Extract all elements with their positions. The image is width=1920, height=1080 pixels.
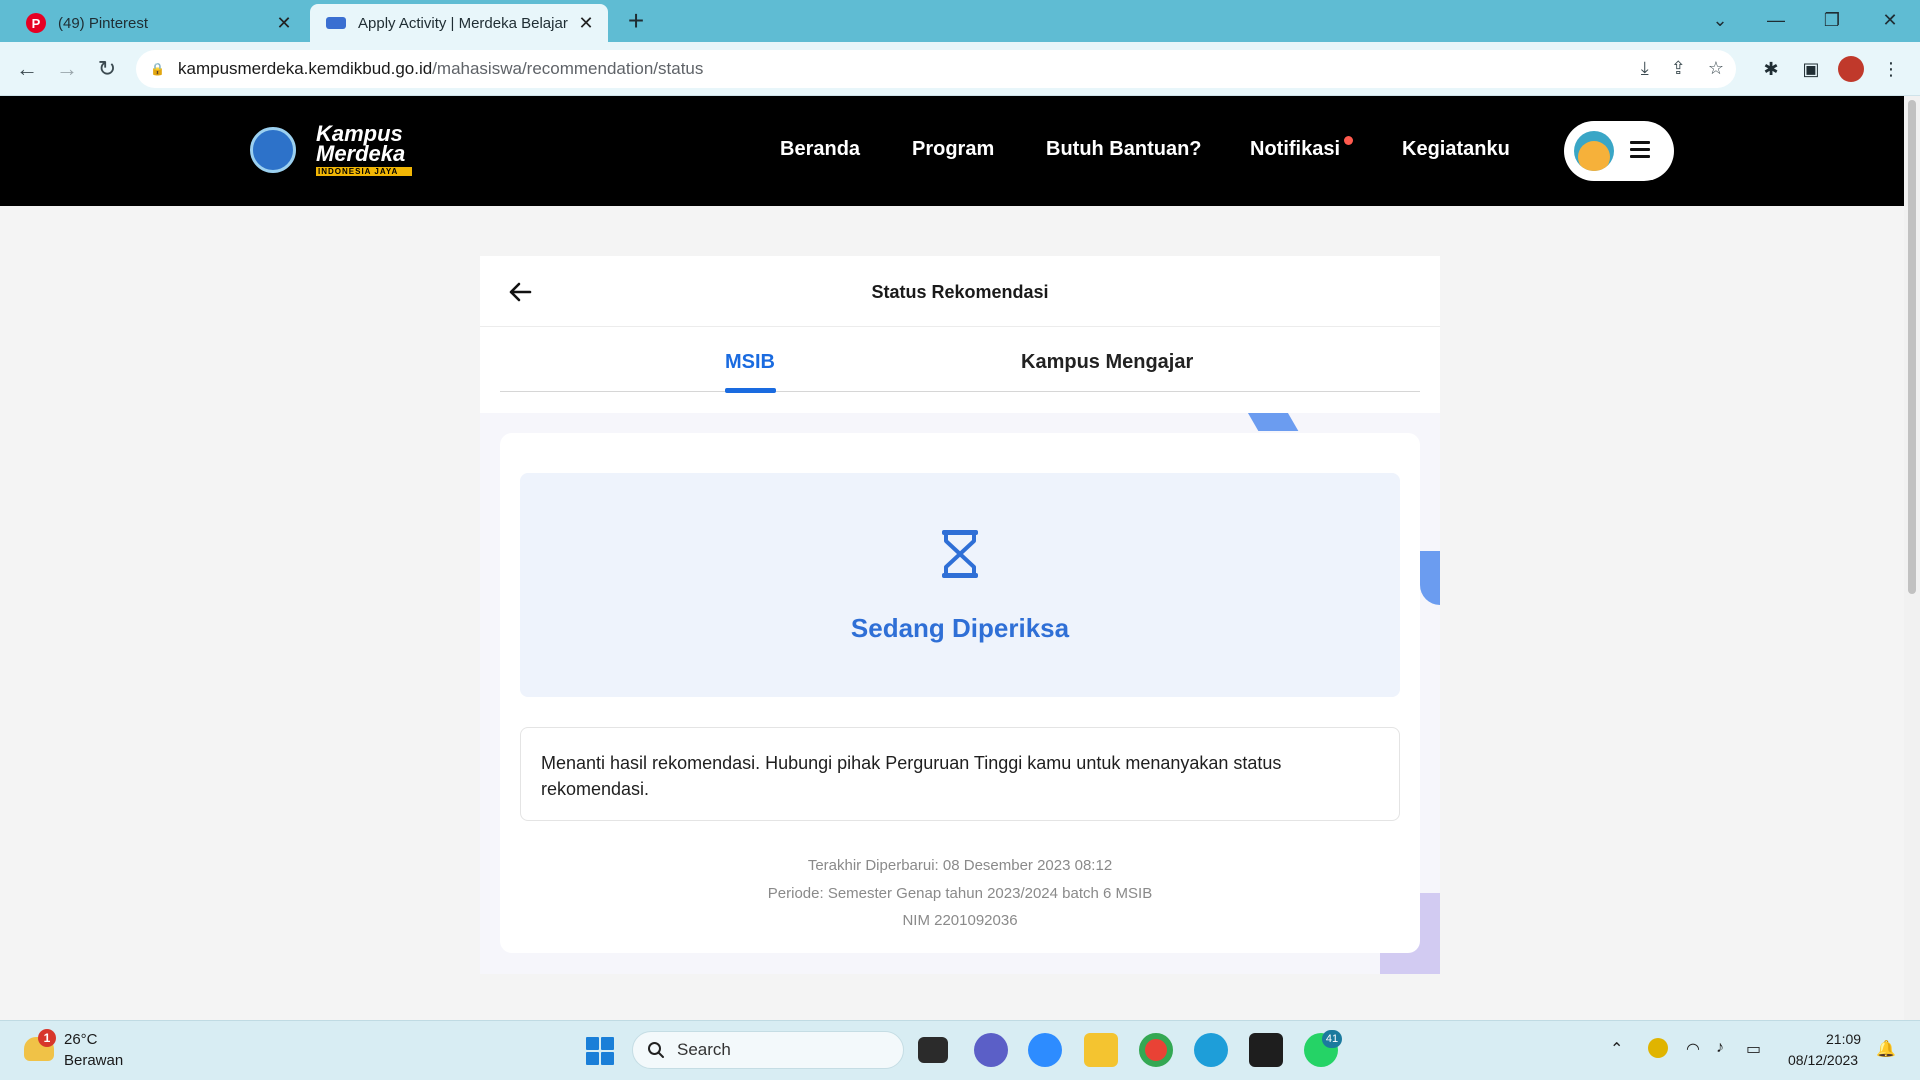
whatsapp-badge: 41 xyxy=(1322,1030,1342,1048)
close-window-icon[interactable]: ✕ xyxy=(1870,0,1910,40)
hamburger-menu-icon xyxy=(1630,141,1650,159)
side-panel-icon[interactable]: ▣ xyxy=(1796,54,1826,84)
period-text: Periode: Semester Genap tahun 2023/2024 … xyxy=(767,885,1153,902)
windows-start-icon[interactable] xyxy=(586,1037,614,1065)
zoom-icon[interactable] xyxy=(1028,1033,1062,1067)
kampus-merdeka-logo[interactable]: Kampus Merdeka INDONESIA JAYA xyxy=(316,123,412,176)
teams-chat-icon[interactable] xyxy=(974,1033,1008,1067)
install-app-icon[interactable]: ⤓ xyxy=(1641,58,1649,79)
show-hidden-icons-icon[interactable]: ⌃ xyxy=(1610,1039,1623,1059)
browser-tab-pinterest[interactable]: P (49) Pinterest ✕ xyxy=(10,4,306,42)
volume-icon[interactable]: ♪ xyxy=(1716,1039,1724,1057)
battery-icon[interactable]: ▭ xyxy=(1746,1039,1761,1059)
active-tab-indicator xyxy=(725,388,776,393)
pinterest-icon: P xyxy=(26,13,46,33)
nav-butuh-bantuan[interactable]: Butuh Bantuan? xyxy=(1046,138,1202,161)
search-icon xyxy=(648,1042,664,1058)
kampus-merdeka-favicon xyxy=(326,17,346,29)
browser-toolbar: ← → ↻ 🔒 kampusmerdeka.kemdikbud.go.id/ma… xyxy=(0,42,1920,96)
new-tab-button[interactable]: + xyxy=(624,6,648,36)
share-icon[interactable]: ⇪ xyxy=(1671,58,1686,79)
back-icon[interactable]: ← xyxy=(12,54,42,84)
restore-icon[interactable]: ❐ xyxy=(1812,0,1852,40)
tab-msib[interactable]: MSIB xyxy=(725,351,775,374)
browser-tab-bar: P (49) Pinterest ✕ Apply Activity | Merd… xyxy=(0,0,1920,42)
nav-beranda[interactable]: Beranda xyxy=(780,138,860,161)
weather-temperature[interactable]: 26°C xyxy=(64,1031,98,1048)
user-menu-button[interactable] xyxy=(1564,121,1674,181)
page-scrollbar[interactable] xyxy=(1904,96,1920,1020)
nav-notifikasi[interactable]: Notifikasi xyxy=(1250,138,1340,161)
clock-time[interactable]: 21:09 xyxy=(1826,1031,1861,1047)
file-explorer-icon[interactable] xyxy=(1084,1033,1118,1067)
close-tab-icon[interactable]: ✕ xyxy=(274,13,294,34)
task-view-icon[interactable] xyxy=(918,1037,948,1063)
lock-icon: 🔒 xyxy=(150,62,165,76)
extensions-icon[interactable]: ✱ xyxy=(1756,54,1786,84)
nav-kegiatanku[interactable]: Kegiatanku xyxy=(1402,138,1510,161)
tut-wuri-emblem-icon[interactable] xyxy=(250,127,296,173)
weather-badge: 1 xyxy=(38,1029,56,1047)
status-card-header: Status Rekomendasi xyxy=(480,256,1440,327)
forward-icon[interactable]: → xyxy=(52,54,82,84)
recommendation-tabs: MSIB Kampus Mengajar xyxy=(480,327,1440,413)
hourglass-icon xyxy=(942,530,978,578)
site-header: Kampus Merdeka INDONESIA JAYA Beranda Pr… xyxy=(0,96,1904,206)
last-updated-text: Terakhir Diperbarui: 08 Desember 2023 08… xyxy=(807,857,1113,874)
status-label: Sedang Diperiksa xyxy=(850,613,1070,643)
tabs-divider xyxy=(500,391,1420,392)
tab-search-icon[interactable]: ⌄ xyxy=(1700,0,1740,40)
notification-bell-icon[interactable]: 🔔 xyxy=(1876,1039,1896,1059)
profile-avatar[interactable] xyxy=(1836,54,1866,84)
edge-icon[interactable] xyxy=(1194,1033,1228,1067)
clock-date[interactable]: 08/12/2023 xyxy=(1788,1052,1858,1068)
address-bar[interactable]: 🔒 kampusmerdeka.kemdikbud.go.id/mahasisw… xyxy=(136,50,1736,88)
bookmark-star-icon[interactable]: ☆ xyxy=(1708,58,1724,79)
browser-menu-icon[interactable]: ⋮ xyxy=(1876,54,1906,84)
url-host: kampusmerdeka.kemdikbud.go.id xyxy=(178,59,433,78)
tab-title: (49) Pinterest xyxy=(58,14,149,32)
decorative-shape xyxy=(1245,413,1299,431)
minimize-icon[interactable]: — xyxy=(1756,0,1796,40)
nav-program[interactable]: Program xyxy=(912,138,994,161)
wifi-icon[interactable]: ◠ xyxy=(1686,1039,1700,1059)
status-box: Sedang Diperiksa xyxy=(520,473,1400,697)
windows-taskbar: 1 26°C Berawan Search 41 ⌃ ◠ ♪ ▭ 21:09 0… xyxy=(0,1020,1920,1080)
weather-description[interactable]: Berawan xyxy=(64,1052,123,1069)
browser-tab-apply-activity[interactable]: Apply Activity | Merdeka Belajar ✕ xyxy=(310,4,608,42)
nim-text: NIM 2201092036 xyxy=(902,912,1018,929)
decorative-shape xyxy=(1420,551,1440,605)
tab-kampus-mengajar[interactable]: Kampus Mengajar xyxy=(1021,351,1193,374)
user-avatar xyxy=(1574,131,1614,171)
figma-icon[interactable] xyxy=(1249,1033,1283,1067)
page-title: Status Rekomendasi xyxy=(871,282,1049,302)
notification-dot xyxy=(1344,136,1353,145)
reload-icon[interactable]: ↻ xyxy=(92,54,122,84)
tray-app-icon[interactable] xyxy=(1648,1038,1668,1058)
url-path: /mahasiswa/recommendation/status xyxy=(432,59,704,78)
close-tab-icon[interactable]: ✕ xyxy=(576,13,596,34)
tab-title: Apply Activity | Merdeka Belajar xyxy=(358,14,568,32)
taskbar-search-input[interactable]: Search xyxy=(632,1031,904,1069)
status-message: Menanti hasil rekomendasi. Hubungi pihak… xyxy=(520,727,1400,821)
chrome-icon[interactable] xyxy=(1139,1033,1173,1067)
